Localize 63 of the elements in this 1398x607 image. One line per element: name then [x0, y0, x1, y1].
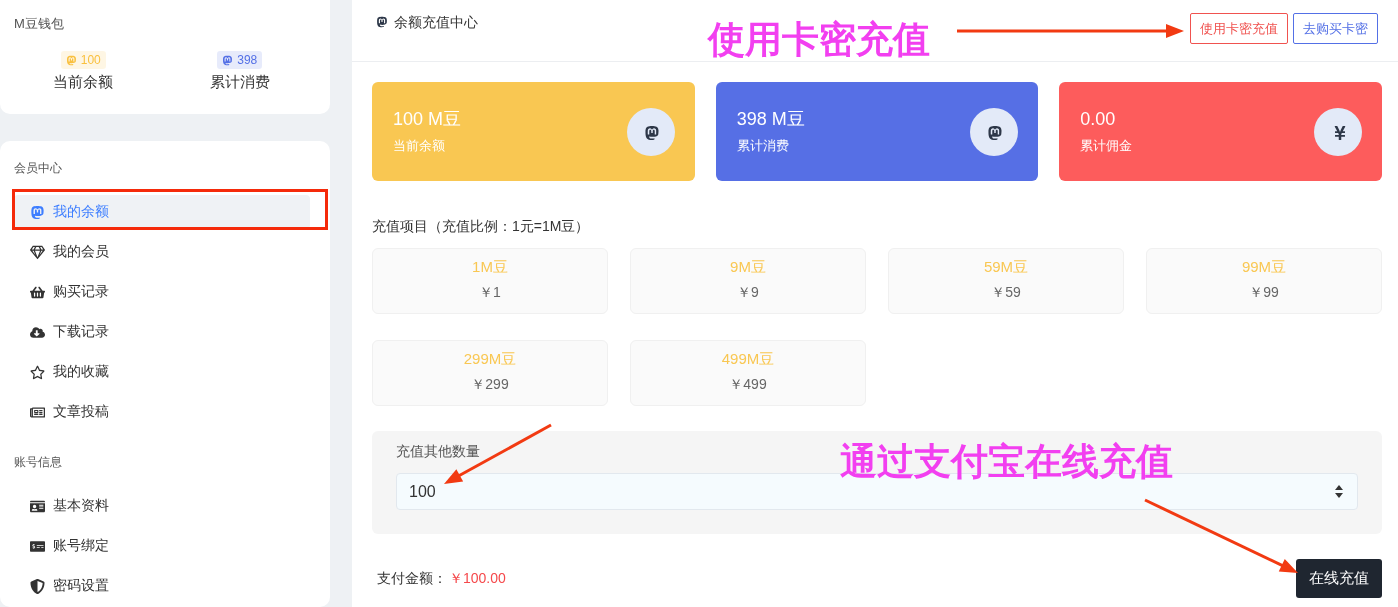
package-price: ￥99 [1249, 283, 1279, 302]
package-amount: 299M豆 [463, 349, 517, 369]
package-price: ￥499 [729, 375, 767, 394]
menu-section-title: 会员中心 [14, 160, 62, 177]
section-label: 充值项目（充值比例：1元=1M豆） [372, 217, 590, 236]
cards-icon [30, 538, 45, 554]
menu-item[interactable]: 我的会员 [14, 235, 310, 269]
pay-amount: ￥100.00 [449, 569, 506, 588]
annotation-text: 使用卡密充值 [708, 19, 930, 61]
package-amount: 9M豆 [730, 257, 766, 277]
pay-button[interactable]: 在线充值 [1296, 559, 1382, 598]
stat-label: 当前余额 [53, 72, 114, 92]
chat-bubble-icon [970, 107, 1019, 156]
outline-button[interactable]: 去购买卡密 [1293, 13, 1378, 44]
package-price: ￥1 [479, 283, 501, 302]
card-label: 累计佣金 [1080, 137, 1133, 155]
card-label: 当前余额 [393, 137, 445, 155]
card-label: 累计消费 [736, 137, 789, 155]
package-price: ￥59 [991, 283, 1021, 302]
field-label: 充值其他数量 [396, 442, 480, 461]
badge-value: 100 [80, 53, 101, 67]
stat-label: 累计消费 [209, 72, 270, 92]
outline-button[interactable]: 使用卡密充值 [1190, 13, 1288, 44]
menu-item[interactable]: 基本资料 [14, 489, 310, 523]
yen-icon [1314, 107, 1362, 156]
star-icon [30, 364, 45, 380]
stepper-icon[interactable] [1335, 485, 1343, 498]
shield-icon [30, 578, 45, 594]
menu-item[interactable]: 密码设置 [14, 569, 310, 603]
basket-icon [30, 284, 45, 300]
chat-bubble-icon [30, 204, 45, 220]
package-amount: 99M豆 [1241, 257, 1287, 277]
wallet-title: M豆钱包 [14, 15, 64, 33]
package-amount: 1M豆 [472, 257, 508, 277]
chat-bubble-icon [65, 54, 77, 66]
gem-icon [30, 244, 45, 260]
cloud-download-icon [30, 324, 45, 340]
package-option[interactable]: 59M豆 ￥59 [888, 248, 1124, 314]
menu-item[interactable]: 文章投稿 [14, 395, 310, 429]
card-value: 398 M豆 [736, 108, 805, 131]
chat-bubble-icon [626, 107, 675, 156]
package-amount: 59M豆 [983, 257, 1029, 277]
pay-label: 支付金额： [377, 569, 447, 588]
package-option[interactable]: 99M豆 ￥99 [1146, 248, 1382, 314]
package-price: ￥299 [471, 375, 509, 394]
menu-item[interactable]: 购买记录 [14, 275, 310, 309]
menu-item[interactable]: 我的收藏 [14, 355, 310, 389]
chat-bubble-icon [222, 54, 234, 66]
package-option[interactable]: 499M豆 ￥499 [630, 340, 866, 406]
menu-item[interactable]: 下载记录 [14, 315, 310, 349]
card-value: 0.00 [1080, 108, 1116, 131]
badge-value: 398 [237, 53, 258, 67]
package-price: ￥9 [737, 283, 759, 302]
package-amount: 499M豆 [721, 349, 775, 369]
id-card-icon [30, 498, 45, 514]
package-option[interactable]: 299M豆 ￥299 [372, 340, 608, 406]
package-option[interactable]: 9M豆 ￥9 [630, 248, 866, 314]
card-value: 100 M豆 [393, 108, 462, 131]
chat-bubble-icon [376, 16, 388, 28]
menu-section-title: 账号信息 [14, 454, 62, 471]
menu-item[interactable]: 账号绑定 [14, 529, 310, 563]
package-option[interactable]: 1M豆 ￥1 [372, 248, 608, 314]
panel-title: 余额充值中心 [394, 13, 478, 32]
